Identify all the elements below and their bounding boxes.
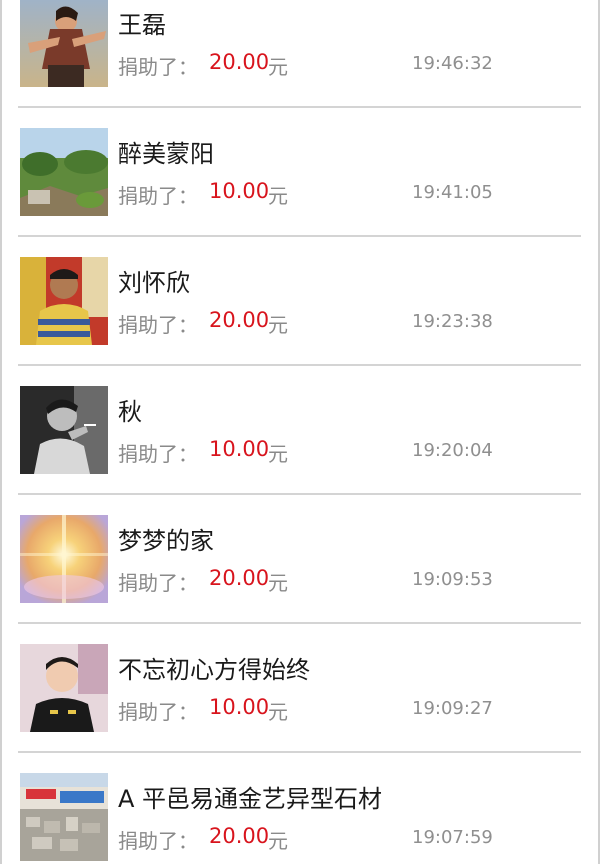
- currency-unit: 元: [268, 829, 288, 853]
- currency-unit: 元: [268, 571, 288, 595]
- donor-name: 梦梦的家: [118, 527, 214, 555]
- donation-list: 王磊 捐助了： 20.00 元 19:46:32 醉美蒙阳 捐助了： 10.00…: [0, 0, 600, 864]
- donation-time: 19:41:05: [412, 182, 493, 203]
- donation-time: 19:07:59: [412, 827, 493, 848]
- warrior-art-avatar: [20, 0, 108, 87]
- donation-amount: 20.00: [209, 566, 270, 590]
- currency-unit: 元: [268, 700, 288, 724]
- list-item[interactable]: 王磊 捐助了： 20.00 元 19:46:32: [0, 0, 600, 108]
- donation-time: 19:09:27: [412, 698, 493, 719]
- man-photo-avatar: [20, 257, 108, 345]
- donated-label: 捐助了：: [118, 571, 198, 595]
- donation-time: 19:46:32: [412, 53, 493, 74]
- donor-name: 不忘初心方得始终: [118, 656, 310, 684]
- donated-label: 捐助了：: [118, 313, 198, 337]
- donation-amount: 10.00: [209, 695, 270, 719]
- donation-amount: 10.00: [209, 437, 270, 461]
- donation-time: 19:20:04: [412, 440, 493, 461]
- young-man-avatar: [20, 644, 108, 732]
- donated-label: 捐助了：: [118, 829, 198, 853]
- donation-time: 19:23:38: [412, 311, 493, 332]
- currency-unit: 元: [268, 313, 288, 337]
- donor-name: 刘怀欣: [118, 269, 190, 297]
- donor-name: 醉美蒙阳: [118, 140, 214, 168]
- donor-name: 秋: [118, 398, 142, 426]
- donation-time: 19:09:53: [412, 569, 493, 590]
- donation-amount: 10.00: [209, 179, 270, 203]
- list-item[interactable]: 梦梦的家 捐助了： 20.00 元 19:09:53: [0, 495, 600, 624]
- landscape-avatar: [20, 128, 108, 216]
- donation-amount: 20.00: [209, 50, 270, 74]
- donated-label: 捐助了：: [118, 184, 198, 208]
- currency-unit: 元: [268, 184, 288, 208]
- list-item[interactable]: A 平邑易通金艺异型石材 捐助了： 20.00 元 19:07:59: [0, 753, 600, 864]
- donation-amount: 20.00: [209, 824, 270, 848]
- list-item[interactable]: 秋 捐助了： 10.00 元 19:20:04: [0, 366, 600, 495]
- currency-unit: 元: [268, 442, 288, 466]
- list-item[interactable]: 刘怀欣 捐助了： 20.00 元 19:23:38: [0, 237, 600, 366]
- donated-label: 捐助了：: [118, 442, 198, 466]
- golden-light-avatar: [20, 515, 108, 603]
- bw-smoking-man-avatar: [20, 386, 108, 474]
- donated-label: 捐助了：: [118, 55, 198, 79]
- donor-name: A 平邑易通金艺异型石材: [118, 785, 383, 813]
- stone-factory-avatar: [20, 773, 108, 861]
- currency-unit: 元: [268, 55, 288, 79]
- list-item[interactable]: 不忘初心方得始终 捐助了： 10.00 元 19:09:27: [0, 624, 600, 753]
- donation-amount: 20.00: [209, 308, 270, 332]
- list-item[interactable]: 醉美蒙阳 捐助了： 10.00 元 19:41:05: [0, 108, 600, 237]
- donation-list-screen: 王磊 捐助了： 20.00 元 19:46:32 醉美蒙阳 捐助了： 10.00…: [0, 0, 600, 864]
- donated-label: 捐助了：: [118, 700, 198, 724]
- donor-name: 王磊: [118, 11, 166, 39]
